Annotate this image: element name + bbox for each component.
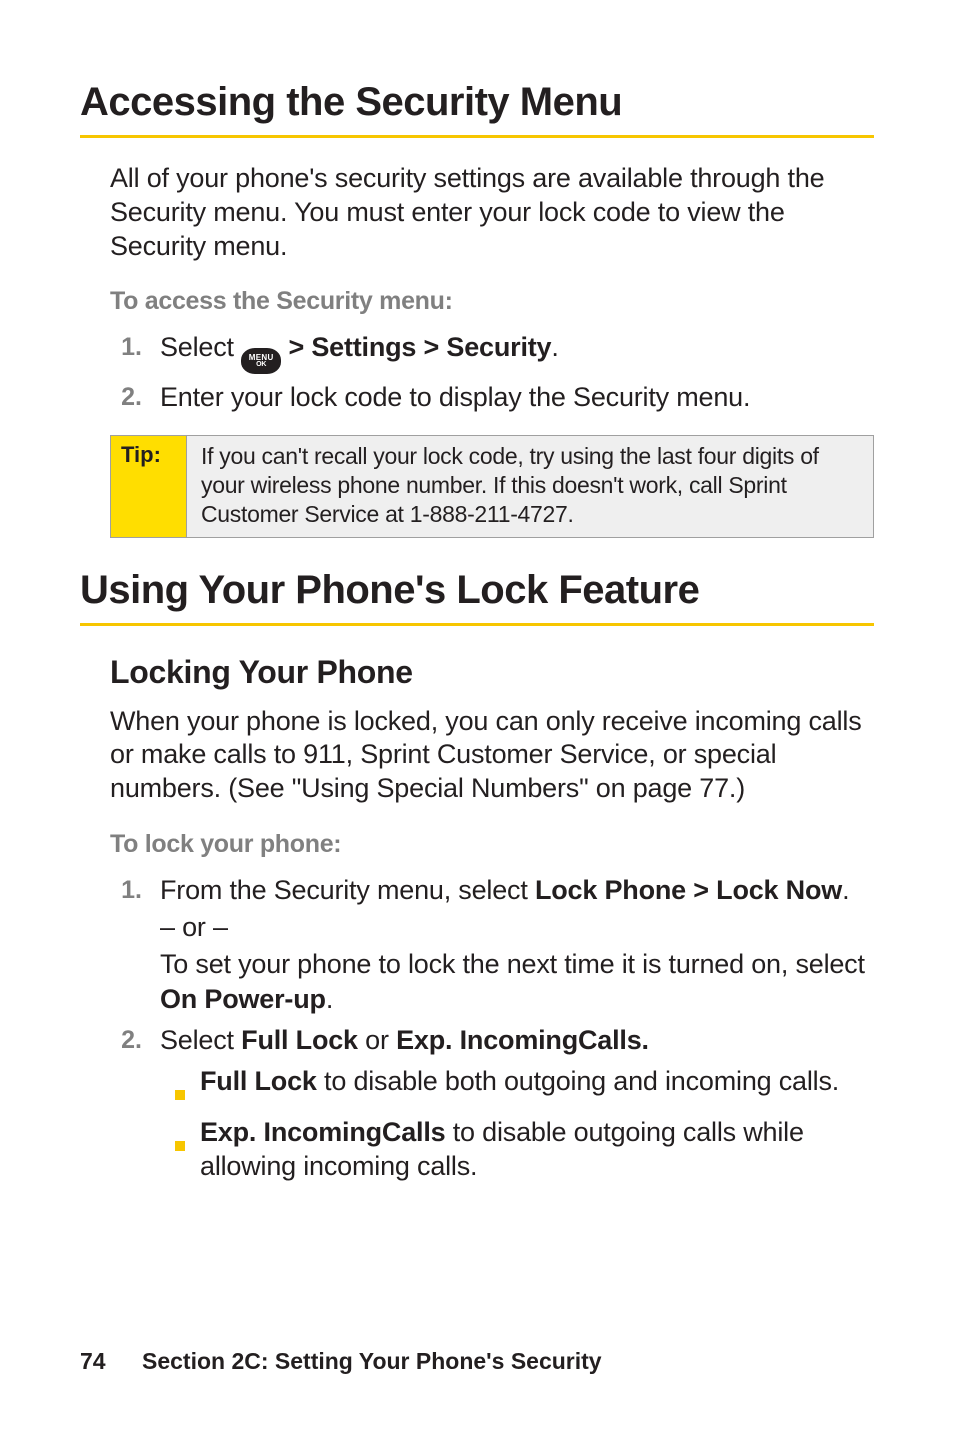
- or-separator: – or –: [160, 910, 874, 945]
- section1-steps: 1. Select MENUOK > Settings > Security. …: [110, 330, 874, 415]
- step1-path: > Settings > Security: [281, 332, 551, 362]
- section1-step-1: 1. Select MENUOK > Settings > Security.: [110, 330, 874, 374]
- section2-step-2: 2. Select Full Lock or Exp. IncomingCall…: [110, 1023, 874, 1190]
- heading-accessing-security-menu: Accessing the Security Menu: [80, 80, 874, 138]
- s2s1-bold: Lock Phone > Lock Now: [535, 875, 842, 905]
- step2-bullets: Full Lock to disable both outgoing and i…: [160, 1064, 874, 1184]
- tip-body: If you can't recall your lock code, try …: [187, 436, 873, 536]
- section2-step-1: 1. From the Security menu, select Lock P…: [110, 873, 874, 1017]
- subheading-locking-your-phone: Locking Your Phone: [110, 654, 874, 691]
- s2s1-line2-bold: On Power-up: [160, 984, 326, 1014]
- tip-label: Tip:: [111, 436, 187, 536]
- step-body: From the Security menu, select Lock Phon…: [160, 873, 874, 1017]
- step-body: Select MENUOK > Settings > Security.: [160, 330, 874, 374]
- bullet-icon: [160, 1064, 200, 1109]
- s2s1-line2-post: .: [326, 984, 333, 1014]
- page-footer: 74 Section 2C: Setting Your Phone's Secu…: [80, 1348, 602, 1375]
- section2-lead: To lock your phone:: [110, 830, 874, 859]
- section1-body: All of your phone's security settings ar…: [110, 162, 874, 538]
- menu-ok-icon: MENUOK: [241, 348, 281, 374]
- s2s2-bold1: Full Lock: [241, 1025, 358, 1055]
- bullet1-rest: to disable both outgoing and incoming ca…: [317, 1066, 839, 1096]
- step1-text-post: .: [551, 332, 558, 362]
- s2s1-pre: From the Security menu, select: [160, 875, 535, 905]
- section1-intro: All of your phone's security settings ar…: [110, 162, 874, 263]
- page-number: 74: [80, 1348, 106, 1374]
- s2s1-post: .: [842, 875, 849, 905]
- bullet-icon: [160, 1115, 200, 1160]
- bullet-full-lock: Full Lock to disable both outgoing and i…: [160, 1064, 874, 1109]
- s2s1-line2-pre: To set your phone to lock the next time …: [160, 949, 865, 979]
- step-body: Select Full Lock or Exp. IncomingCalls. …: [160, 1023, 874, 1190]
- section2-intro: When your phone is locked, you can only …: [110, 705, 874, 806]
- bullet2-bold: Exp. IncomingCalls: [200, 1117, 445, 1147]
- bullet-exp-incoming: Exp. IncomingCalls to disable outgoing c…: [160, 1115, 874, 1184]
- s2s2-mid: or: [358, 1025, 396, 1055]
- step-body: Enter your lock code to display the Secu…: [160, 380, 874, 415]
- bullet1-bold: Full Lock: [200, 1066, 317, 1096]
- menu-icon-bottom: OK: [256, 361, 266, 368]
- heading-using-lock-feature: Using Your Phone's Lock Feature: [80, 568, 874, 626]
- step-number: 1.: [110, 330, 160, 364]
- tip-box: Tip: If you can't recall your lock code,…: [110, 435, 874, 537]
- section2-body: Locking Your Phone When your phone is lo…: [110, 654, 874, 1190]
- s2s2-pre: Select: [160, 1025, 241, 1055]
- step-number: 2.: [110, 1023, 160, 1057]
- section1-step-2: 2. Enter your lock code to display the S…: [110, 380, 874, 415]
- step-number: 1.: [110, 873, 160, 907]
- step-number: 2.: [110, 380, 160, 414]
- step1-text-pre: Select: [160, 332, 241, 362]
- bullet-body: Full Lock to disable both outgoing and i…: [200, 1064, 874, 1099]
- section1-lead: To access the Security menu:: [110, 287, 874, 316]
- footer-text: Section 2C: Setting Your Phone's Securit…: [142, 1348, 602, 1374]
- s2s2-bold2: Exp. IncomingCalls.: [396, 1025, 649, 1055]
- section2-steps: 1. From the Security menu, select Lock P…: [110, 873, 874, 1190]
- page-content: Accessing the Security Menu All of your …: [0, 0, 954, 1190]
- bullet-body: Exp. IncomingCalls to disable outgoing c…: [200, 1115, 874, 1184]
